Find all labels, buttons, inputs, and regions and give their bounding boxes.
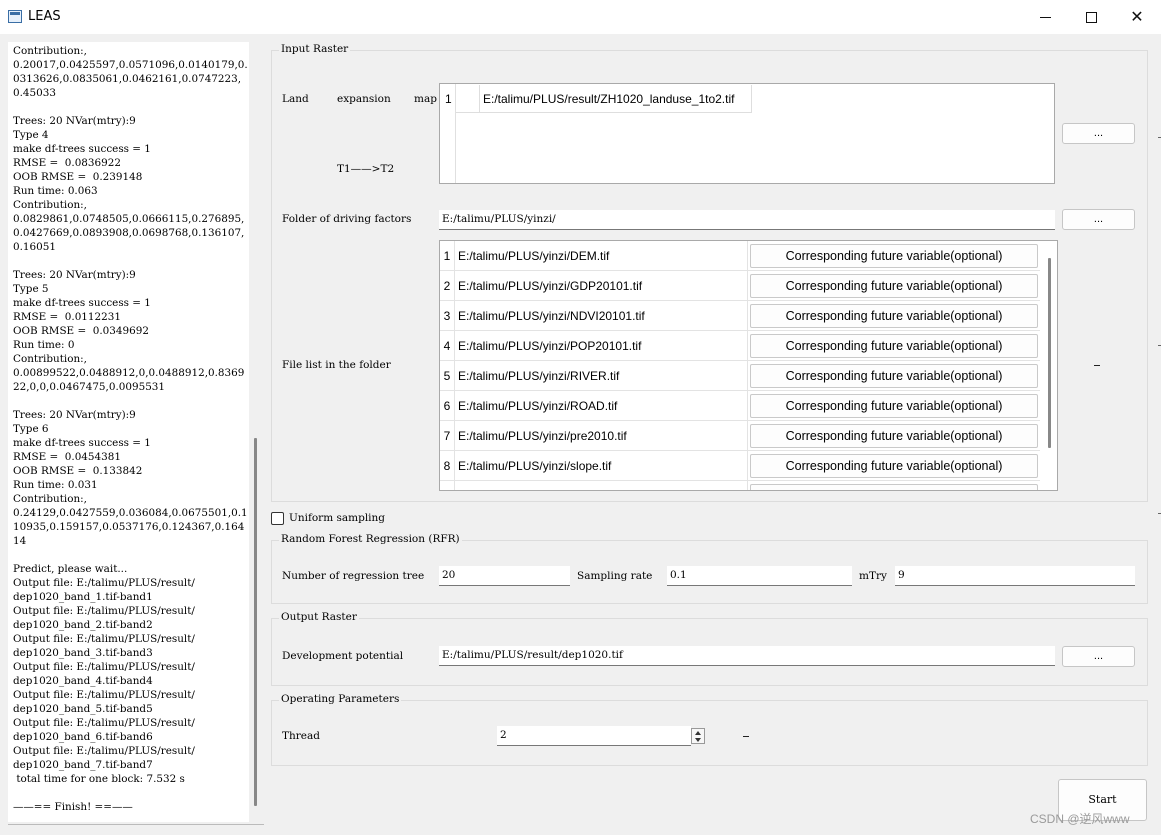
land-cell-blank[interactable] bbox=[456, 85, 480, 113]
trees-label: Number of regression tree bbox=[282, 570, 425, 582]
minimize-button[interactable] bbox=[1022, 0, 1068, 34]
log-divider bbox=[8, 824, 264, 825]
operating-title: Operating Parameters bbox=[279, 693, 402, 705]
file-path-cell[interactable]: E:/talimu/PLUS/yinzi/pre2010.tif bbox=[455, 421, 748, 451]
file-list-table[interactable]: 1 E:/talimu/PLUS/yinzi/DEM.tif Correspon… bbox=[439, 240, 1058, 491]
window-title: LEAS bbox=[28, 9, 61, 24]
rate-input[interactable]: 0.1 bbox=[667, 566, 852, 586]
land-label-map: map bbox=[414, 93, 437, 105]
dev-potential-label: Development potential bbox=[282, 650, 404, 662]
mtry-input[interactable]: 9 bbox=[895, 566, 1135, 586]
future-variable-button[interactable]: Corresponding future variable(optional) bbox=[750, 394, 1038, 418]
output-browse-button[interactable]: ... bbox=[1062, 646, 1135, 667]
file-path-cell[interactable]: E:/talimu/PLUS/yinzi/NDVI20101.tif bbox=[455, 301, 748, 331]
file-row-number bbox=[440, 481, 455, 490]
table-row[interactable]: 6 E:/talimu/PLUS/yinzi/ROAD.tif Correspo… bbox=[440, 391, 1040, 421]
land-sub-label: T1——>T2 bbox=[337, 163, 395, 175]
land-browse-button[interactable]: ... bbox=[1062, 123, 1135, 144]
spin-up-icon[interactable] bbox=[695, 731, 701, 735]
rfr-title: Random Forest Regression (RFR) bbox=[279, 533, 462, 545]
file-path-cell[interactable] bbox=[455, 481, 748, 490]
uniform-sampling-checkbox[interactable] bbox=[271, 512, 284, 525]
watermark: CSDN @逆风www bbox=[1030, 812, 1130, 826]
operating-group bbox=[271, 700, 1148, 766]
maximize-icon bbox=[1085, 12, 1097, 23]
land-expansion-table[interactable]: 1 E:/talimu/PLUS/result/ZH1020_landuse_1… bbox=[439, 83, 1055, 184]
input-raster-title: Input Raster bbox=[279, 43, 351, 55]
file-list-dash bbox=[1094, 365, 1100, 366]
future-variable-button[interactable]: Corresponding future variable(optional) bbox=[750, 454, 1038, 478]
table-row[interactable]: 7 E:/talimu/PLUS/yinzi/pre2010.tif Corre… bbox=[440, 421, 1040, 451]
folder-label: Folder of driving factors bbox=[282, 213, 412, 225]
table-row[interactable]: 8 E:/talimu/PLUS/yinzi/slope.tif Corresp… bbox=[440, 451, 1040, 481]
file-path-cell[interactable]: E:/talimu/PLUS/yinzi/RIVER.tif bbox=[455, 361, 748, 391]
table-row[interactable] bbox=[440, 481, 1040, 490]
rate-label: Sampling rate bbox=[577, 570, 653, 582]
dev-potential-input[interactable]: E:/talimu/PLUS/result/dep1020.tif bbox=[439, 646, 1055, 666]
title-bar: LEAS ✕ bbox=[0, 0, 1161, 34]
log-text: Contribution:, 0.20017,0.0425597,0.05710… bbox=[13, 45, 248, 813]
file-list-label: File list in the folder bbox=[282, 359, 391, 371]
thread-label: Thread bbox=[282, 730, 320, 742]
future-variable-button[interactable]: Corresponding future variable(optional) bbox=[750, 274, 1038, 298]
table-row[interactable]: 2 E:/talimu/PLUS/yinzi/GDP20101.tif Corr… bbox=[440, 271, 1040, 301]
close-icon: ✕ bbox=[1130, 7, 1144, 26]
thread-spinner[interactable] bbox=[691, 728, 705, 744]
land-label-land: Land bbox=[282, 93, 309, 105]
table-row[interactable]: 5 E:/talimu/PLUS/yinzi/RIVER.tif Corresp… bbox=[440, 361, 1040, 391]
future-variable-button[interactable]: Corresponding future variable(optional) bbox=[750, 304, 1038, 328]
folder-input[interactable]: E:/talimu/PLUS/yinzi/ bbox=[439, 210, 1055, 230]
close-button[interactable]: ✕ bbox=[1114, 0, 1160, 34]
future-variable-button[interactable]: Corresponding future variable(optional) bbox=[750, 334, 1038, 358]
file-row-number: 6 bbox=[440, 391, 455, 421]
output-raster-title: Output Raster bbox=[279, 611, 359, 623]
land-row-number: 1 bbox=[445, 92, 452, 106]
land-path-cell[interactable]: E:/talimu/PLUS/result/ZH1020_landuse_1to… bbox=[480, 85, 752, 113]
uniform-sampling-label: Uniform sampling bbox=[289, 512, 386, 524]
table-row[interactable]: 4 E:/talimu/PLUS/yinzi/POP20101.tif Corr… bbox=[440, 331, 1040, 361]
file-path-cell[interactable]: E:/talimu/PLUS/yinzi/ROAD.tif bbox=[455, 391, 748, 421]
thread-input[interactable]: 2 bbox=[497, 726, 691, 746]
future-variable-button[interactable]: Corresponding future variable(optional) bbox=[750, 244, 1038, 268]
mtry-label: mTry bbox=[859, 570, 887, 582]
file-list-scrollbar[interactable] bbox=[1048, 258, 1051, 448]
file-row-number: 1 bbox=[440, 241, 455, 271]
thread-dash bbox=[743, 736, 749, 737]
file-path-cell[interactable]: E:/talimu/PLUS/yinzi/POP20101.tif bbox=[455, 331, 748, 361]
future-variable-button[interactable]: Corresponding future variable(optional) bbox=[750, 364, 1038, 388]
file-row-number: 2 bbox=[440, 271, 455, 301]
trees-input[interactable]: 20 bbox=[439, 566, 570, 586]
table-row[interactable]: 3 E:/talimu/PLUS/yinzi/NDVI20101.tif Cor… bbox=[440, 301, 1040, 331]
file-row-number: 5 bbox=[440, 361, 455, 391]
app-icon bbox=[8, 10, 22, 23]
future-variable-button[interactable] bbox=[750, 484, 1038, 490]
file-row-number: 7 bbox=[440, 421, 455, 451]
future-variable-button[interactable]: Corresponding future variable(optional) bbox=[750, 424, 1038, 448]
spin-down-icon[interactable] bbox=[695, 738, 701, 742]
maximize-button[interactable] bbox=[1068, 0, 1114, 34]
file-path-cell[interactable]: E:/talimu/PLUS/yinzi/DEM.tif bbox=[455, 241, 748, 271]
minimize-icon bbox=[1039, 17, 1051, 18]
log-panel[interactable]: Contribution:, 0.20017,0.0425597,0.05710… bbox=[8, 42, 249, 822]
log-scrollbar[interactable] bbox=[254, 438, 257, 806]
file-row-number: 4 bbox=[440, 331, 455, 361]
folder-browse-button[interactable]: ... bbox=[1062, 209, 1135, 230]
file-path-cell[interactable]: E:/talimu/PLUS/yinzi/GDP20101.tif bbox=[455, 271, 748, 301]
file-path-cell[interactable]: E:/talimu/PLUS/yinzi/slope.tif bbox=[455, 451, 748, 481]
file-row-number: 8 bbox=[440, 451, 455, 481]
file-row-number: 3 bbox=[440, 301, 455, 331]
table-row[interactable]: 1 E:/talimu/PLUS/yinzi/DEM.tif Correspon… bbox=[440, 241, 1040, 271]
land-label-expansion: expansion bbox=[337, 93, 391, 105]
